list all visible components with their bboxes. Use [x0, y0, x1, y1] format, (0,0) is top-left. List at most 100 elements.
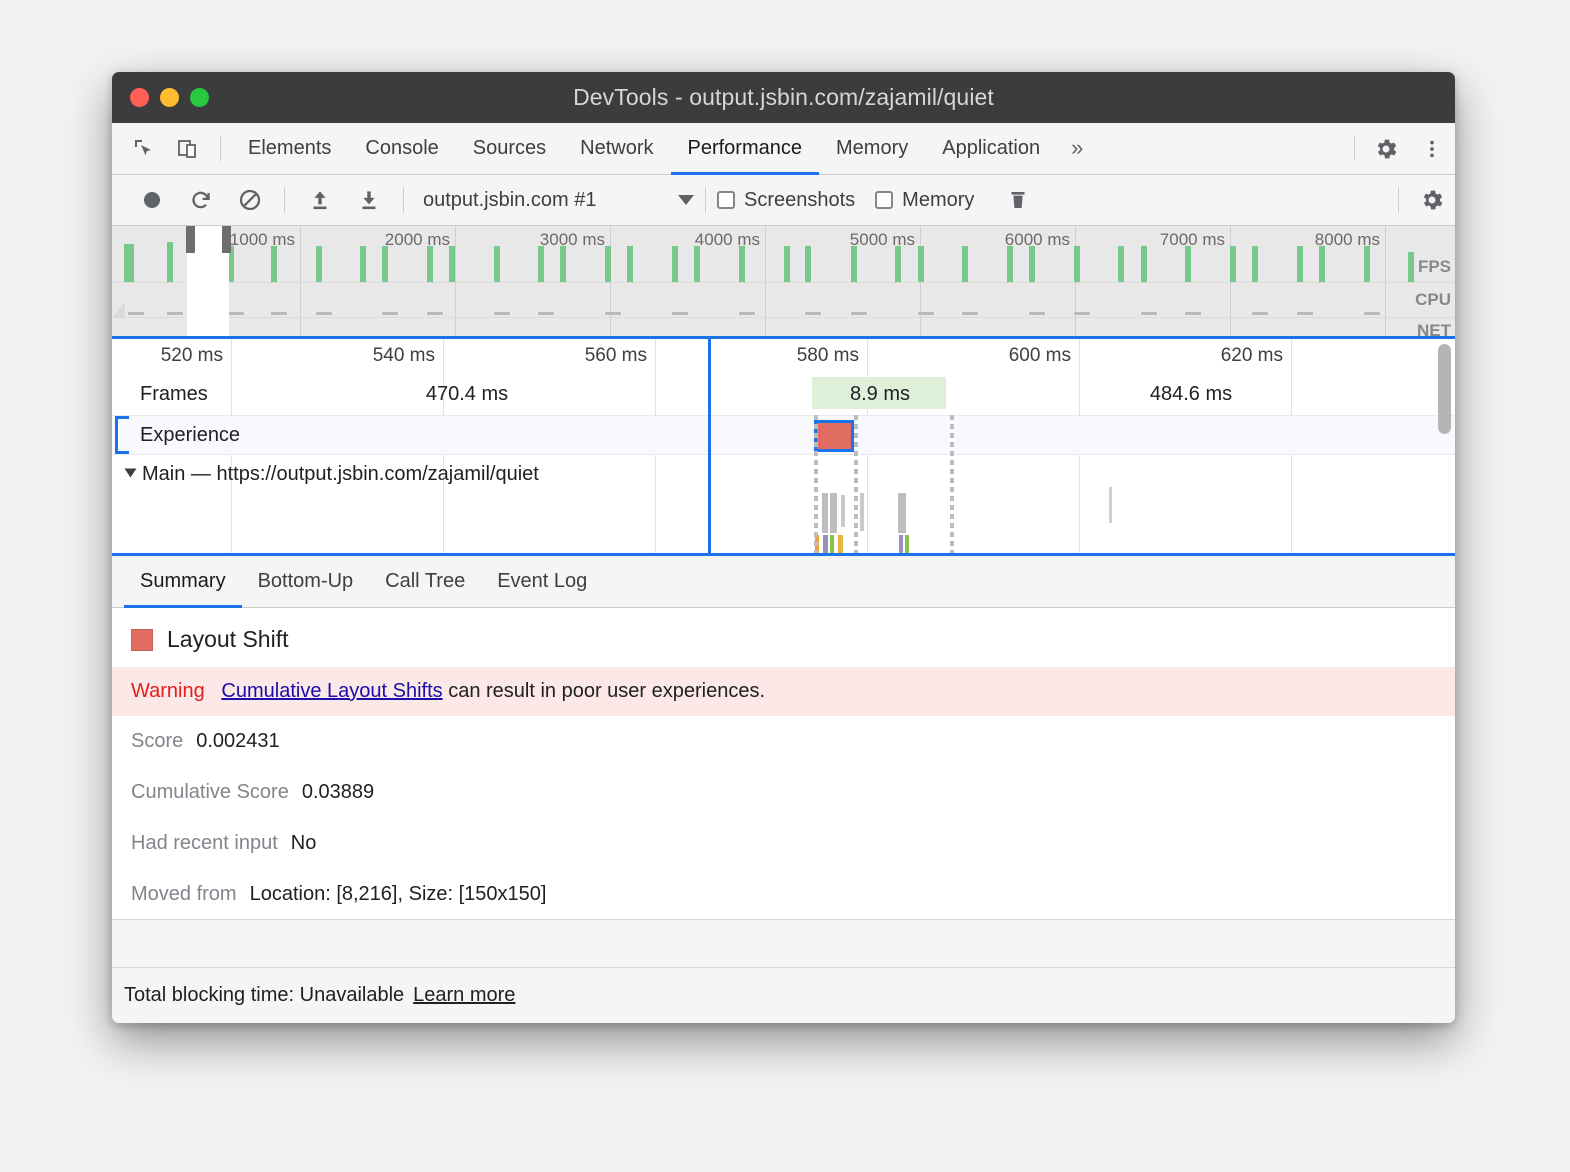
activity-bar[interactable]	[860, 493, 864, 531]
minimize-window-button[interactable]	[160, 88, 179, 107]
activity-bar[interactable]	[838, 535, 843, 556]
chevron-double-right-icon: »	[1071, 135, 1083, 161]
fps-bar	[918, 246, 924, 282]
flame-chart-scrollbar[interactable]	[1438, 344, 1451, 434]
row-key: Cumulative Score	[131, 781, 289, 804]
tab-application[interactable]: Application	[925, 124, 1057, 175]
timeline-overview[interactable]: 1000 ms2000 ms3000 ms4000 ms5000 ms6000 …	[112, 226, 1455, 339]
activity-bar[interactable]	[898, 493, 906, 533]
trash-icon[interactable]	[994, 175, 1041, 226]
fps-bar	[1319, 246, 1325, 282]
tab-event-log[interactable]: Event Log	[481, 557, 603, 608]
activity-bar[interactable]	[1109, 487, 1112, 523]
activity-bar[interactable]	[823, 535, 828, 556]
toolbar-divider	[284, 187, 285, 213]
fps-bar	[494, 246, 500, 282]
tab-label: Elements	[248, 137, 331, 160]
tab-call-tree[interactable]: Call Tree	[369, 557, 481, 608]
record-circle-icon[interactable]	[128, 175, 175, 226]
cpu-lane-label: CPU	[1385, 291, 1451, 308]
tab-elements[interactable]: Elements	[231, 124, 348, 175]
summary-title: Layout Shift	[167, 626, 288, 653]
net-bar	[538, 312, 554, 315]
activity-bar[interactable]	[905, 535, 909, 556]
frames-track[interactable]: Frames 470.4 ms 8.9 ms 484.6 ms	[112, 375, 1455, 413]
profile-select[interactable]: output.jsbin.com #1	[423, 189, 694, 212]
tab-summary[interactable]: Summary	[124, 557, 242, 608]
tab-memory[interactable]: Memory	[819, 124, 925, 175]
tab-sources[interactable]: Sources	[456, 124, 563, 175]
chevron-down-icon[interactable]	[125, 468, 137, 477]
device-toolbar-icon[interactable]	[166, 123, 210, 174]
row-value: Location: [8,216], Size: [150x150]	[250, 883, 547, 906]
fps-bar	[1185, 246, 1191, 282]
selection-handle-left[interactable]	[186, 226, 195, 253]
overview-tick-label: 7000 ms	[1160, 230, 1225, 250]
flame-tick-label: 600 ms	[1009, 345, 1071, 367]
tab-performance[interactable]: Performance	[671, 124, 820, 175]
experience-track-selection-bracket	[115, 416, 129, 454]
tab-label: Console	[365, 137, 438, 160]
fps-bar	[851, 246, 857, 282]
row-key: Had recent input	[131, 832, 278, 855]
net-bar	[1185, 312, 1201, 315]
total-blocking-time-text: Total blocking time: Unavailable	[124, 984, 404, 1007]
overview-band-divider	[112, 317, 1455, 318]
tab-label: Memory	[836, 137, 908, 160]
gear-icon[interactable]	[1363, 123, 1409, 174]
tab-bar-actions	[1346, 123, 1455, 174]
upload-profile-icon[interactable]	[296, 175, 343, 226]
flame-chart[interactable]: 520 ms540 ms560 ms580 ms600 ms620 ms640 …	[112, 339, 1455, 556]
fps-bar	[962, 246, 968, 282]
gear-icon[interactable]	[1408, 175, 1455, 226]
toolbar-divider	[705, 187, 706, 213]
kebab-menu-icon[interactable]	[1409, 123, 1455, 174]
selection-boundary-left[interactable]	[708, 339, 711, 553]
tab-label: Call Tree	[385, 570, 465, 593]
download-profile-icon[interactable]	[345, 175, 392, 226]
overview-tick-label: 6000 ms	[1005, 230, 1070, 250]
activity-bar[interactable]	[822, 493, 828, 533]
summary-header: Layout Shift	[112, 608, 1455, 667]
fps-bar	[672, 246, 678, 282]
activity-bar[interactable]	[830, 493, 837, 533]
maximize-window-button[interactable]	[190, 88, 209, 107]
event-guide-line	[950, 415, 954, 553]
net-bar	[918, 312, 934, 315]
activity-bar[interactable]	[830, 535, 834, 556]
reload-record-icon[interactable]	[177, 175, 224, 226]
tab-bottom-up[interactable]: Bottom-Up	[242, 557, 370, 608]
overview-tick: 1000 ms	[300, 226, 301, 339]
tab-overflow-button[interactable]: »	[1057, 124, 1097, 175]
fps-bar	[805, 246, 811, 282]
layout-shift-event[interactable]	[814, 420, 854, 452]
fps-bar	[1297, 246, 1303, 282]
experience-track[interactable]: Experience	[112, 415, 1455, 455]
learn-more-link[interactable]: Learn more	[413, 984, 515, 1007]
tab-console[interactable]: Console	[348, 124, 455, 175]
selection-handle-right[interactable]	[222, 226, 231, 253]
tab-network[interactable]: Network	[563, 124, 670, 175]
summary-row-moved-from: Moved from Location: [8,216], Size: [150…	[112, 869, 1455, 920]
main-track[interactable]: Main — https://output.jsbin.com/zajamil/…	[112, 457, 1455, 553]
fps-bar	[1252, 246, 1258, 282]
toolbar-divider	[1398, 187, 1399, 213]
fps-bar	[1364, 246, 1370, 282]
overview-tick: 7000 ms	[1230, 226, 1231, 339]
main-track-header[interactable]: Main — https://output.jsbin.com/zajamil/…	[126, 463, 539, 486]
inspect-cursor-icon[interactable]	[122, 123, 166, 174]
screenshots-checkbox[interactable]: Screenshots	[717, 189, 855, 212]
cumulative-layout-shifts-link[interactable]: Cumulative Layout Shifts	[221, 680, 442, 702]
activity-bar[interactable]	[841, 495, 845, 527]
performance-toolbar-actions	[1389, 175, 1455, 226]
fps-bar	[538, 246, 544, 282]
close-window-button[interactable]	[130, 88, 149, 107]
overview-tick-label: 5000 ms	[850, 230, 915, 250]
fps-bar	[1230, 246, 1236, 282]
summary-pane: Layout Shift Warning Cumulative Layout S…	[112, 608, 1455, 967]
memory-checkbox[interactable]: Memory	[875, 189, 974, 212]
net-bar	[605, 312, 621, 315]
activity-bar[interactable]	[899, 535, 903, 556]
clear-prohibited-icon[interactable]	[226, 175, 273, 226]
tab-label: Sources	[473, 137, 546, 160]
